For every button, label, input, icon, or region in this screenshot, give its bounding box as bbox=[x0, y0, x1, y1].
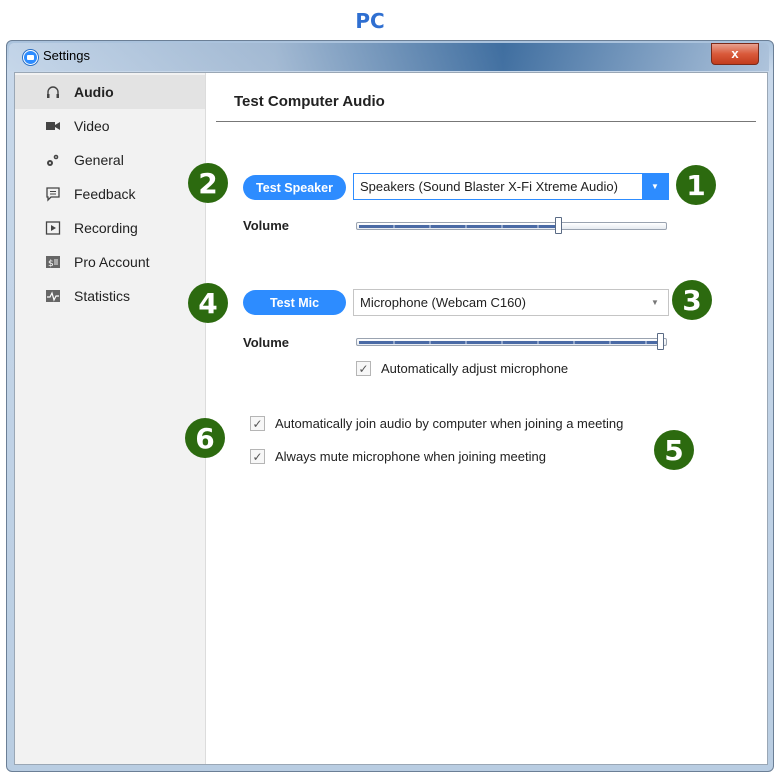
divider bbox=[216, 121, 756, 122]
statistics-icon bbox=[45, 288, 61, 304]
mic-volume-fill bbox=[359, 341, 662, 344]
speaker-volume-fill bbox=[359, 225, 558, 228]
app-icon bbox=[23, 50, 38, 65]
window-title: Settings bbox=[43, 48, 90, 63]
headphones-icon bbox=[45, 84, 61, 100]
sidebar-item-statistics[interactable]: Statistics bbox=[15, 279, 205, 313]
sidebar-item-audio[interactable]: Audio bbox=[15, 75, 205, 109]
speaker-device-value: Speakers (Sound Blaster X-Fi Xtreme Audi… bbox=[360, 179, 618, 194]
test-mic-button[interactable]: Test Mic bbox=[243, 290, 346, 315]
microphone-device-value: Microphone (Webcam C160) bbox=[360, 295, 526, 310]
chevron-down-icon[interactable]: ▼ bbox=[642, 174, 668, 199]
sidebar-item-video[interactable]: Video bbox=[15, 109, 205, 143]
mic-volume-handle[interactable] bbox=[657, 333, 664, 350]
callout-marker-2: 2 bbox=[188, 163, 228, 203]
auto-join-audio-label: Automatically join audio by computer whe… bbox=[275, 416, 624, 431]
always-mute-label: Always mute microphone when joining meet… bbox=[275, 449, 546, 464]
sidebar-item-feedback[interactable]: Feedback bbox=[15, 177, 205, 211]
settings-window: Audio Video General Feedback Recording $… bbox=[14, 72, 768, 765]
page-title: Test Computer Audio bbox=[234, 93, 385, 110]
gears-icon bbox=[45, 152, 61, 168]
sidebar-item-recording[interactable]: Recording bbox=[15, 211, 205, 245]
speaker-volume-slider[interactable] bbox=[356, 217, 667, 234]
callout-marker-5: 5 bbox=[654, 430, 694, 470]
title-bar[interactable] bbox=[9, 43, 769, 71]
callout-marker-6: 6 bbox=[185, 418, 225, 458]
auto-join-audio-checkbox[interactable]: ✓ bbox=[250, 416, 265, 431]
callout-marker-1: 1 bbox=[676, 165, 716, 205]
callout-marker-3: 3 bbox=[672, 280, 712, 320]
svg-text:$: $ bbox=[48, 259, 54, 269]
auto-join-audio-option[interactable]: ✓ Automatically join audio by computer w… bbox=[250, 416, 623, 431]
chevron-down-icon[interactable]: ▼ bbox=[642, 290, 668, 315]
sidebar-item-pro-account[interactable]: $ Pro Account bbox=[15, 245, 205, 279]
sidebar-item-general[interactable]: General bbox=[15, 143, 205, 177]
auto-adjust-mic-option[interactable]: ✓ Automatically adjust microphone bbox=[356, 361, 568, 376]
video-camera-icon bbox=[45, 118, 61, 134]
sidebar-item-label: Pro Account bbox=[74, 254, 150, 270]
speaker-select[interactable]: Speakers (Sound Blaster X-Fi Xtreme Audi… bbox=[353, 173, 669, 200]
pc-label: PC bbox=[355, 9, 385, 33]
always-mute-option[interactable]: ✓ Always mute microphone when joining me… bbox=[250, 449, 546, 464]
sidebar: Audio Video General Feedback Recording $… bbox=[15, 73, 206, 764]
sidebar-item-label: Feedback bbox=[74, 186, 136, 202]
feedback-icon bbox=[45, 186, 61, 202]
speaker-volume-handle[interactable] bbox=[555, 217, 562, 234]
sidebar-item-label: Video bbox=[74, 118, 110, 134]
mic-volume-slider[interactable] bbox=[356, 333, 667, 350]
auto-adjust-mic-checkbox[interactable]: ✓ bbox=[356, 361, 371, 376]
sidebar-item-label: Audio bbox=[74, 84, 114, 100]
recording-icon bbox=[45, 220, 61, 236]
close-button[interactable]: x bbox=[711, 43, 759, 65]
always-mute-checkbox[interactable]: ✓ bbox=[250, 449, 265, 464]
sidebar-item-label: General bbox=[74, 152, 124, 168]
speaker-volume-label: Volume bbox=[243, 218, 289, 233]
sidebar-item-label: Statistics bbox=[74, 288, 131, 304]
test-speaker-button[interactable]: Test Speaker bbox=[243, 175, 346, 200]
microphone-select[interactable]: Microphone (Webcam C160) ▼ bbox=[353, 289, 669, 316]
pro-account-icon: $ bbox=[45, 254, 61, 270]
sidebar-item-label: Recording bbox=[74, 220, 138, 236]
mic-volume-label: Volume bbox=[243, 335, 289, 350]
callout-marker-4: 4 bbox=[188, 283, 228, 323]
auto-adjust-mic-label: Automatically adjust microphone bbox=[381, 361, 569, 376]
